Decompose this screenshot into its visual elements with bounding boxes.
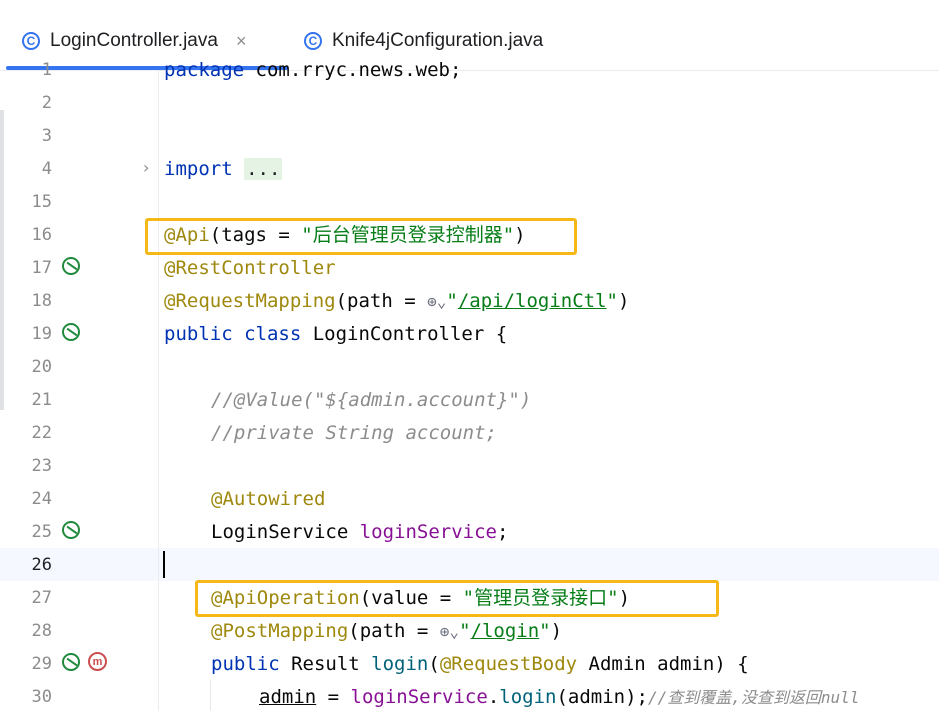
line-number: 23 — [31, 456, 52, 476]
code-line[interactable]: admin = loginService.login(admin);//查到覆盖… — [259, 681, 859, 714]
text-caret — [163, 551, 165, 578]
class-icon: C — [304, 32, 322, 50]
line-number: 15 — [31, 192, 52, 212]
tab-knife4j-configuration[interactable]: C Knife4jConfiguration.java — [304, 26, 543, 56]
code-line[interactable]: //private String account; — [211, 417, 497, 450]
line-number: 3 — [41, 126, 52, 146]
globe-icon[interactable]: ⊕⌄ — [427, 285, 446, 318]
class-icon: C — [22, 32, 40, 50]
spring-bean-icon[interactable] — [62, 257, 80, 275]
line-number: 20 — [31, 357, 52, 377]
code-line[interactable]: @Autowired — [211, 483, 325, 516]
line-number: 30 — [31, 687, 52, 707]
spring-endpoint-icon[interactable] — [62, 653, 80, 671]
line-number-current: 26 — [31, 555, 52, 575]
line-number: 21 — [31, 390, 52, 410]
line-number: 4 — [41, 159, 52, 179]
line-number: 27 — [31, 588, 52, 608]
fold-expand-icon[interactable]: › — [143, 158, 149, 177]
spring-bean-icon[interactable] — [62, 323, 80, 341]
code-line[interactable]: @PostMapping(path = ⊕⌄"/login") — [211, 615, 562, 648]
code-line[interactable]: package com.rryc.news.web; — [164, 54, 461, 87]
line-number: 16 — [31, 225, 52, 245]
line-number: 17 — [31, 258, 52, 278]
current-line-highlight — [0, 548, 939, 581]
tab-label: Knife4jConfiguration.java — [332, 30, 544, 51]
line-number: 1 — [41, 60, 52, 80]
folded-imports[interactable]: ... — [244, 158, 283, 180]
indent-guide — [210, 680, 211, 711]
line-number: 24 — [31, 489, 52, 509]
method-marker-icon[interactable]: m — [88, 652, 107, 671]
code-line[interactable]: public Result login(@RequestBody Admin a… — [211, 648, 749, 681]
code-line[interactable]: LoginService loginService; — [211, 516, 508, 549]
line-number: 29 — [31, 654, 52, 674]
globe-icon[interactable]: ⊕⌄ — [440, 615, 459, 648]
tab-label: LoginController.java — [50, 30, 218, 51]
code-line[interactable]: import ... — [164, 153, 283, 186]
highlight-box-api-operation — [195, 580, 719, 617]
line-number: 22 — [31, 423, 52, 443]
code-line[interactable]: //@Value("${admin.account}") — [211, 384, 531, 417]
tab-login-controller[interactable]: C LoginController.java × — [22, 26, 246, 56]
line-number: 18 — [31, 291, 52, 311]
line-number: 25 — [31, 522, 52, 542]
code-line[interactable]: @RestController — [164, 252, 336, 285]
line-number: 19 — [31, 324, 52, 344]
highlight-box-api — [145, 218, 577, 255]
line-number: 28 — [31, 621, 52, 641]
gutter-separator — [158, 70, 159, 711]
spring-autowired-icon[interactable] — [62, 521, 80, 539]
editor-tab-bar: C LoginController.java × C Knife4jConfig… — [0, 0, 939, 71]
code-line[interactable]: public class LoginController { — [164, 318, 507, 351]
close-icon[interactable]: × — [236, 31, 247, 52]
code-line[interactable]: @RequestMapping(path = ⊕⌄"/api/loginCtl"… — [164, 285, 629, 318]
line-number: 2 — [41, 93, 52, 113]
